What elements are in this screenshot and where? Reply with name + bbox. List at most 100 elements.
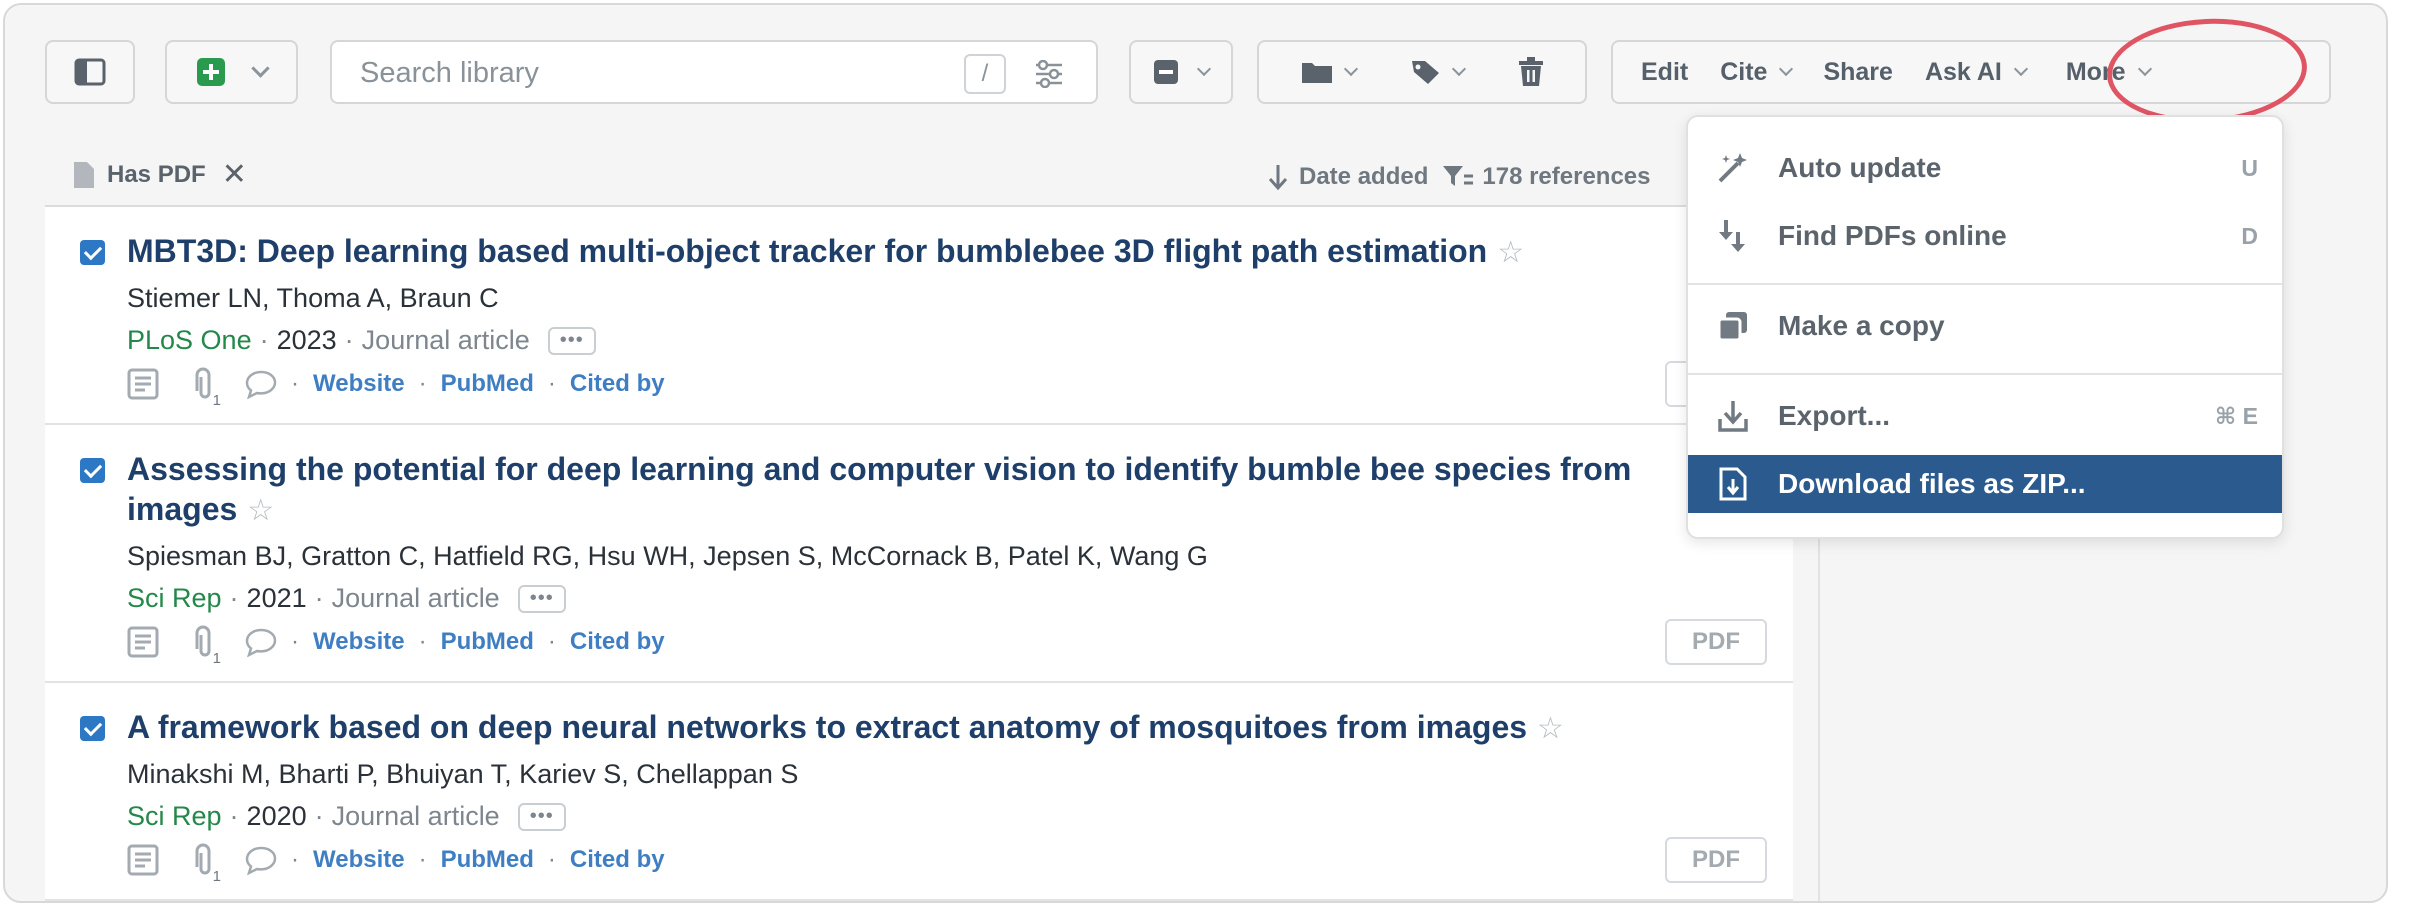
reference-list: MBT3D: Deep learning based multi-object … (45, 205, 1793, 901)
filter-chip: Has PDF ✕ (73, 157, 247, 192)
star-icon[interactable]: ☆ (247, 494, 274, 527)
item-journal: Sci Rep (127, 583, 222, 613)
item-title-text: Assessing the potential for deep learnin… (127, 451, 1632, 527)
separator-dot: · (547, 628, 556, 655)
search-input[interactable] (360, 54, 920, 92)
item-title[interactable]: Assessing the potential for deep learnin… (127, 449, 1727, 531)
separator-dot: · (314, 801, 324, 831)
website-link[interactable]: Website (313, 370, 405, 398)
search-filter-icon[interactable] (1034, 60, 1064, 88)
menu-item-download-zip[interactable]: Download files as ZIP... (1688, 455, 2282, 513)
menu-item-shortcut: D (2241, 222, 2258, 249)
sort-button[interactable]: Date added (1267, 163, 1428, 191)
pubmed-link[interactable]: PubMed (441, 370, 534, 398)
notes-icon[interactable] (127, 368, 159, 400)
item-type: Journal article (331, 583, 500, 613)
app-window: / (3, 3, 2388, 903)
menu-item-shortcut: U (2241, 154, 2258, 181)
pdf-button[interactable]: PDF (1665, 837, 1767, 883)
more-options-button[interactable]: ••• (517, 802, 566, 831)
sort-label: Date added (1299, 163, 1429, 190)
notes-icon[interactable] (127, 844, 159, 876)
item-journal: Sci Rep (127, 801, 222, 831)
edit-button[interactable]: Edit (1613, 42, 1716, 102)
chevron-down-icon (1196, 61, 1212, 77)
website-link[interactable]: Website (313, 846, 405, 874)
item-title[interactable]: A framework based on deep neural network… (127, 707, 1727, 749)
share-label: Share (1823, 57, 1893, 86)
cited-by-link[interactable]: Cited by (570, 628, 665, 656)
separator-dot: · (291, 628, 299, 655)
chevron-down-icon[interactable] (251, 58, 270, 78)
menu-item-auto-update[interactable]: Auto update U (1688, 139, 2282, 197)
menu-item-shortcut: ⌘ E (2214, 402, 2258, 429)
attachment-count: 1 (212, 650, 221, 667)
attachment-icon[interactable]: 1 (191, 843, 221, 885)
close-icon[interactable]: ✕ (222, 157, 247, 192)
separator-dot: · (259, 325, 269, 355)
star-icon[interactable]: ☆ (1537, 712, 1564, 745)
cite-button[interactable]: Cite (1716, 42, 1819, 102)
website-link[interactable]: Website (313, 628, 405, 656)
folder-button[interactable] (1300, 59, 1359, 85)
trash-icon[interactable] (1518, 57, 1544, 87)
item-checkbox[interactable] (80, 240, 105, 265)
reference-count: 178 references (1482, 163, 1651, 190)
list-item[interactable]: MBT3D: Deep learning based multi-object … (45, 207, 1793, 425)
export-icon (1688, 399, 1778, 433)
item-title[interactable]: MBT3D: Deep learning based multi-object … (127, 231, 1727, 273)
item-meta: PLoS One · 2023 · Journal article ••• (127, 325, 596, 356)
item-links: 1 · Website · PubMed · Cited by (127, 625, 665, 667)
list-item[interactable]: Assessing the potential for deep learnin… (45, 425, 1793, 683)
attachment-icon[interactable]: 1 (191, 625, 221, 667)
star-icon[interactable]: ☆ (1497, 236, 1524, 269)
menu-item-find-pdfs[interactable]: Find PDFs online D (1688, 207, 2282, 265)
chevron-down-icon (2013, 61, 2028, 77)
add-reference-button[interactable] (165, 40, 298, 104)
select-all-button[interactable] (1129, 40, 1233, 104)
item-type: Journal article (331, 801, 500, 831)
attachment-icon[interactable]: 1 (191, 367, 221, 409)
item-checkbox[interactable] (80, 458, 105, 483)
item-checkbox[interactable] (80, 716, 105, 741)
folder-icon (1302, 63, 1332, 83)
notes-icon[interactable] (127, 626, 159, 658)
item-meta: Sci Rep · 2020 · Journal article ••• (127, 801, 566, 832)
cited-by-link[interactable]: Cited by (570, 846, 665, 874)
menu-item-label: Download files as ZIP... (1778, 468, 2086, 499)
menu-item-export[interactable]: Export... ⌘ E (1688, 387, 2282, 445)
count-button[interactable]: 178 references (1442, 163, 1651, 191)
attachment-count: 1 (212, 392, 221, 409)
cite-label: Cite (1720, 57, 1768, 86)
separator-dot: · (344, 325, 354, 355)
ask-ai-button[interactable]: Ask AI (1921, 42, 2054, 102)
comment-icon[interactable] (245, 627, 277, 657)
tag-button[interactable] (1410, 58, 1467, 86)
pdf-button[interactable]: PDF (1665, 619, 1767, 665)
pubmed-link[interactable]: PubMed (441, 628, 534, 656)
separator-dot: · (547, 846, 556, 873)
more-options-button[interactable]: ••• (547, 326, 596, 355)
zip-file-icon (1688, 467, 1778, 501)
more-options-button[interactable]: ••• (517, 584, 566, 613)
pubmed-link[interactable]: PubMed (441, 846, 534, 874)
comment-icon[interactable] (245, 845, 277, 875)
separator-dot: · (418, 846, 427, 873)
item-authors: Spiesman BJ, Gratton C, Hatfield RG, Hsu… (127, 541, 1208, 571)
ask-ai-label: Ask AI (1924, 57, 2002, 86)
list-item[interactable]: A framework based on deep neural network… (45, 683, 1793, 901)
highlight-annotation (2104, 13, 2310, 129)
cited-by-link[interactable]: Cited by (570, 370, 665, 398)
menu-item-label: Export... (1778, 400, 1891, 431)
menu-item-make-copy[interactable]: Make a copy (1688, 297, 2282, 355)
item-title-text: MBT3D: Deep learning based multi-object … (127, 233, 1488, 269)
comment-icon[interactable] (245, 369, 277, 399)
share-button[interactable]: Share (1819, 42, 1920, 102)
sidebar-toggle-button[interactable] (45, 40, 135, 104)
filter-chip-label: Has PDF (107, 160, 206, 188)
item-year: 2023 (276, 325, 337, 355)
item-links: 1 · Website · PubMed · Cited by (127, 367, 665, 409)
item-journal: PLoS One (127, 325, 252, 355)
tag-icon (1412, 61, 1439, 84)
add-icon (197, 58, 225, 86)
